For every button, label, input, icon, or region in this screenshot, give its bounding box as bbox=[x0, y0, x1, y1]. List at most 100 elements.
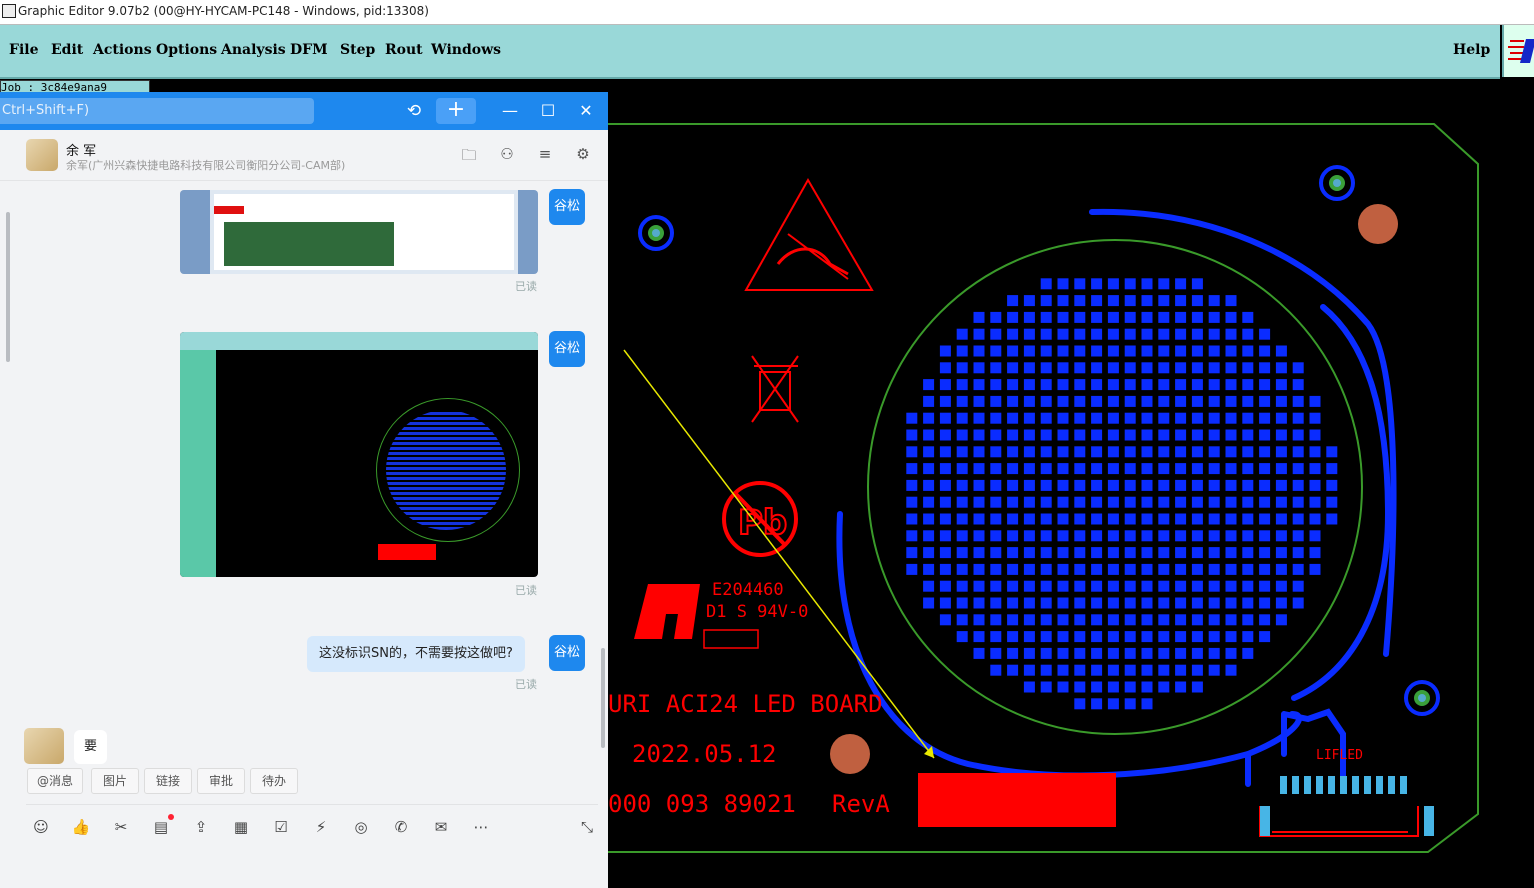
sender-tag[interactable]: 谷松 bbox=[549, 331, 585, 367]
led-pad bbox=[1057, 429, 1069, 441]
reply-avatar[interactable] bbox=[24, 728, 64, 764]
led-pad bbox=[956, 395, 968, 407]
quick-approval[interactable]: 审批 bbox=[197, 768, 245, 794]
led-pad bbox=[1242, 446, 1254, 458]
weee-symbol bbox=[751, 355, 799, 423]
menu-help[interactable]: Help bbox=[1453, 42, 1490, 58]
led-pad bbox=[990, 563, 1002, 575]
doc-add-icon[interactable]: ▤ bbox=[150, 814, 174, 838]
led-pad bbox=[923, 446, 935, 458]
task-check-icon[interactable]: ☑ bbox=[270, 816, 292, 838]
led-pad bbox=[1057, 446, 1069, 458]
led-pad bbox=[1175, 614, 1187, 626]
emoji-icon[interactable]: ☺ bbox=[30, 816, 52, 838]
led-pad-grid bbox=[906, 278, 1338, 710]
led-pad bbox=[1074, 463, 1086, 475]
led-pad bbox=[956, 496, 968, 508]
led-pad bbox=[1124, 479, 1136, 491]
led-pad bbox=[1191, 496, 1203, 508]
menu-step[interactable]: Step bbox=[340, 42, 375, 58]
thumbs-up-icon[interactable]: 👍 bbox=[70, 816, 92, 838]
menu-analysis[interactable]: Analysis bbox=[221, 42, 286, 58]
maximize-icon[interactable]: ☐ bbox=[538, 101, 558, 120]
led-pad bbox=[1141, 698, 1153, 710]
add-member-icon[interactable]: ⚇ bbox=[496, 145, 518, 163]
led-pad bbox=[923, 513, 935, 525]
led-pad bbox=[1225, 379, 1237, 391]
led-pad bbox=[1091, 681, 1103, 693]
scissors-icon[interactable]: ✂ bbox=[110, 816, 132, 838]
close-icon[interactable]: ✕ bbox=[576, 101, 596, 120]
sender-tag[interactable]: 谷松 bbox=[549, 189, 585, 225]
led-pad bbox=[1007, 597, 1019, 609]
mail-icon[interactable]: ✉ bbox=[430, 816, 452, 838]
menu-windows[interactable]: Windows bbox=[431, 42, 501, 58]
led-pad bbox=[1141, 295, 1153, 307]
minimize-icon[interactable]: — bbox=[500, 101, 520, 120]
quick-image[interactable]: 图片 bbox=[91, 768, 139, 794]
led-pad bbox=[1175, 496, 1187, 508]
led-pad bbox=[1141, 597, 1153, 609]
menu-dfm[interactable]: DFM bbox=[290, 42, 328, 58]
led-pad bbox=[1074, 479, 1086, 491]
led-pad bbox=[1023, 395, 1035, 407]
led-pad bbox=[1091, 580, 1103, 592]
calendar-icon[interactable]: ▦ bbox=[230, 816, 252, 838]
settings-icon[interactable]: ⚙ bbox=[572, 145, 594, 163]
history-icon[interactable]: ⟲ bbox=[404, 101, 424, 121]
pcb-canvas[interactable]: Pb E204460 D1 S 94V-0 URI ACI24 LED BOAR… bbox=[608, 94, 1534, 888]
left-scrollbar[interactable] bbox=[6, 212, 10, 362]
new-chat-button[interactable]: + bbox=[436, 98, 476, 124]
led-pad bbox=[1124, 681, 1136, 693]
message-bubble[interactable]: 这没标识SN的，不需要按这做吧? bbox=[307, 636, 525, 672]
lightning-icon[interactable]: ⚡ bbox=[310, 816, 332, 838]
led-pad bbox=[1208, 631, 1220, 643]
led-pad bbox=[1057, 513, 1069, 525]
led-pad bbox=[1158, 597, 1170, 609]
contact-org: 余军(广州兴森快捷电路科技有限公司衡阳分公司-CAM部) bbox=[66, 159, 346, 172]
menu-actions[interactable]: Actions bbox=[93, 42, 152, 58]
quick-todo[interactable]: 待办 bbox=[250, 768, 298, 794]
message-image-screenshot[interactable] bbox=[180, 332, 538, 577]
led-pad bbox=[973, 412, 985, 424]
led-pad bbox=[956, 429, 968, 441]
expand-icon[interactable]: ⤡ bbox=[576, 816, 598, 838]
led-pad bbox=[1225, 328, 1237, 340]
chat-search-input[interactable]: Ctrl+Shift+F) bbox=[0, 98, 314, 124]
chat-scrollbar[interactable] bbox=[601, 648, 605, 748]
reply-bubble[interactable]: 要 bbox=[74, 730, 108, 764]
led-pad bbox=[1158, 479, 1170, 491]
message-image-document[interactable] bbox=[180, 190, 538, 274]
more-icon[interactable]: ⋯ bbox=[470, 816, 492, 838]
led-pad bbox=[1107, 446, 1119, 458]
sender-tag[interactable]: 谷松 bbox=[549, 635, 585, 671]
led-pad bbox=[1208, 563, 1220, 575]
menu-edit[interactable]: Edit bbox=[51, 42, 83, 58]
upload-icon[interactable]: ⇪ bbox=[190, 816, 212, 838]
contact-avatar[interactable] bbox=[26, 139, 58, 171]
led-pad bbox=[939, 530, 951, 542]
led-pad bbox=[1191, 412, 1203, 424]
connector-pin bbox=[1340, 776, 1347, 794]
led-pad bbox=[1124, 278, 1136, 290]
led-pad bbox=[956, 563, 968, 575]
led-pad bbox=[1057, 395, 1069, 407]
folder-icon[interactable]: 🗀 bbox=[458, 145, 480, 170]
led-pad bbox=[1091, 698, 1103, 710]
menu-options[interactable]: Options bbox=[156, 42, 217, 58]
led-pad bbox=[1309, 513, 1321, 525]
menu-rout[interactable]: Rout bbox=[385, 42, 423, 58]
led-pad bbox=[1158, 345, 1170, 357]
phone-icon[interactable]: ✆ bbox=[390, 816, 412, 838]
search-history-icon[interactable]: ≡ bbox=[534, 145, 556, 163]
quick-mention[interactable]: @消息 bbox=[27, 768, 83, 794]
screen-share-icon[interactable]: ◎ bbox=[350, 816, 372, 838]
fiducial-pad bbox=[830, 734, 870, 774]
menu-file[interactable]: File bbox=[9, 42, 38, 58]
esd-symbol bbox=[744, 177, 874, 291]
led-pad bbox=[1057, 530, 1069, 542]
led-pad bbox=[1074, 513, 1086, 525]
led-pad bbox=[1225, 479, 1237, 491]
led-pad bbox=[923, 463, 935, 475]
quick-link[interactable]: 链接 bbox=[144, 768, 192, 794]
